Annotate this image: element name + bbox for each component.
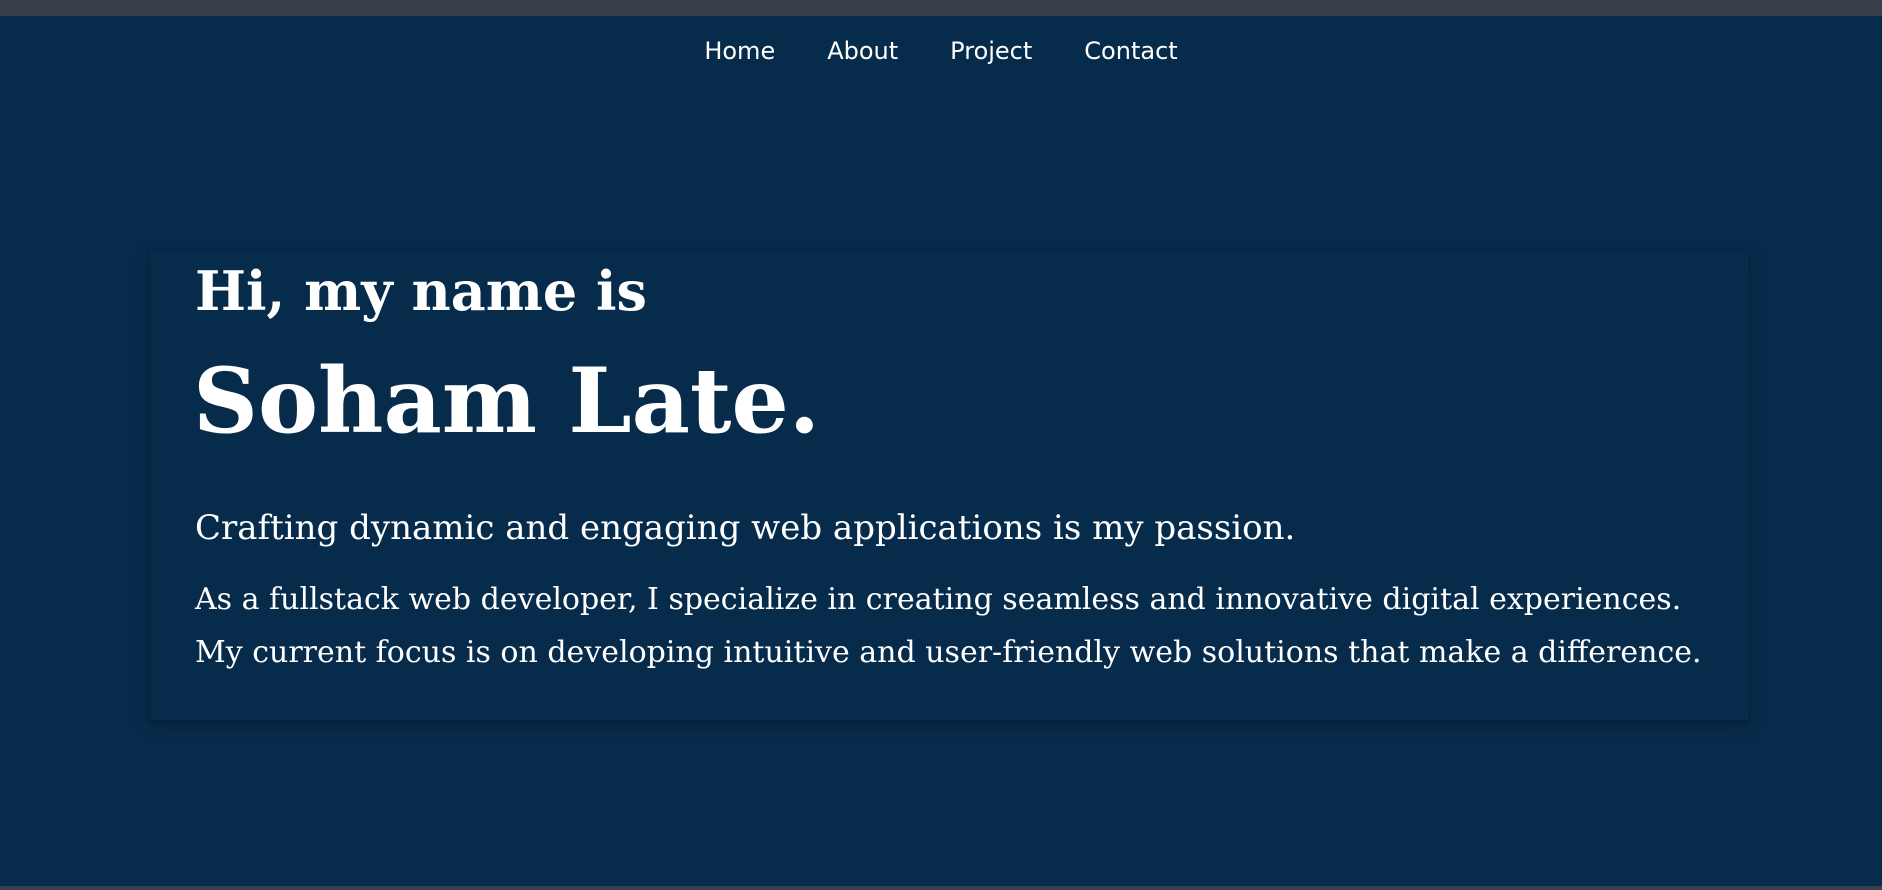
browser-bottom-strip — [0, 886, 1882, 890]
nav-home-link[interactable]: Home — [704, 39, 775, 63]
hero-name: Soham Late. — [193, 348, 821, 454]
hero-greeting: Hi, my name is — [195, 259, 647, 323]
nav-project-link[interactable]: Project — [950, 39, 1032, 63]
hero-tagline: Crafting dynamic and engaging web applic… — [195, 508, 1296, 548]
hero-bio: As a fullstack web developer, I speciali… — [195, 582, 1702, 670]
browser-top-strip — [0, 0, 1882, 16]
nav-contact-link[interactable]: Contact — [1084, 39, 1177, 63]
main-nav: Home About Project Contact — [0, 16, 1882, 86]
nav-about-link[interactable]: About — [827, 39, 898, 63]
